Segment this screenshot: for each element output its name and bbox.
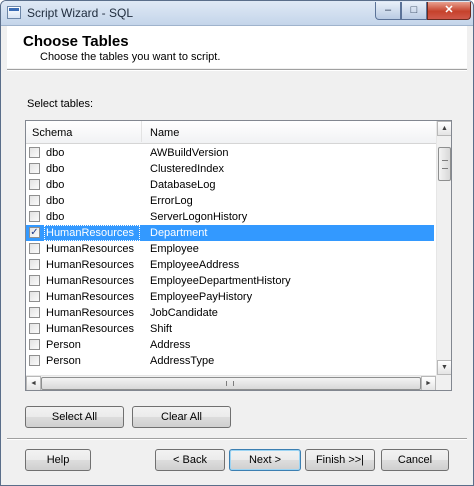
minimize-button[interactable]: – [375,2,401,20]
column-header-name[interactable]: Name [150,127,179,139]
row-checkbox[interactable] [29,195,40,206]
row-checkbox[interactable] [29,323,40,334]
scroll-up-icon[interactable]: ▲ [437,121,451,136]
next-button[interactable]: Next > [229,449,301,471]
scroll-right-icon[interactable]: ► [421,376,436,390]
table-row[interactable]: dbo ServerLogonHistory [26,209,434,225]
row-checkbox[interactable] [29,307,40,318]
back-label: < Back [173,454,207,466]
back-button[interactable]: < Back [155,449,225,471]
row-checkbox[interactable] [29,179,40,190]
row-checkbox[interactable]: ✓ [29,227,40,238]
close-button[interactable]: ✕ [427,2,471,20]
schema-cell: HumanResources [44,225,140,241]
name-cell: EmployeeAddress [150,259,240,271]
name-cell: EmployeeDepartmentHistory [150,275,291,287]
horizontal-scroll-thumb[interactable] [41,377,421,390]
column-divider[interactable] [141,121,142,142]
table-row[interactable]: HumanResources EmployeePayHistory [26,289,434,305]
table-row[interactable]: dbo ClusteredIndex [26,161,434,177]
name-cell: JobCandidate [150,307,218,319]
name-cell: AWBuildVersion [150,147,229,159]
horizontal-scrollbar[interactable]: ◄ ► [26,375,436,390]
schema-cell: HumanResources [46,291,135,303]
schema-cell: HumanResources [46,243,135,255]
table-row[interactable]: HumanResources Employee [26,241,434,257]
schema-cell: dbo [46,195,65,207]
cancel-label: Cancel [397,454,433,466]
window-app-icon [7,6,21,19]
help-label: Help [46,454,70,466]
schema-cell: Person [46,355,81,367]
cancel-button[interactable]: Cancel [381,449,449,471]
schema-cell: dbo [46,211,65,223]
schema-cell: dbo [46,147,65,159]
script-wizard-window: Script Wizard - SQL – □ ✕ Choose Tables … [0,0,474,486]
name-cell: Address [150,339,191,351]
table-row[interactable]: dbo AWBuildVersion [26,145,434,161]
name-cell: Department [150,227,208,239]
schema-cell: HumanResources [46,307,135,319]
row-checkbox[interactable] [29,147,40,158]
table-row[interactable]: ✓ HumanResources Department [26,225,434,241]
clear-all-button[interactable]: Clear All [132,406,231,428]
footer-divider [7,438,467,440]
scroll-down-icon[interactable]: ▼ [437,360,451,375]
next-label: Next > [248,454,282,466]
page-title: Choose Tables [23,33,129,50]
page-subtitle: Choose the tables you want to script. [40,51,221,63]
schema-cell: dbo [46,163,65,175]
maximize-button[interactable]: □ [401,2,427,20]
schema-cell: dbo [46,179,65,191]
select-tables-label: Select tables: [27,98,94,110]
table-row[interactable]: dbo DatabaseLog [26,177,434,193]
name-cell: AddressType [150,355,215,367]
scrollbar-corner [436,375,451,390]
name-cell: DatabaseLog [150,179,216,191]
schema-cell: HumanResources [46,323,135,335]
schema-cell: HumanResources [46,275,135,287]
help-button[interactable]: Help [25,449,91,471]
row-checkbox[interactable] [29,339,40,350]
scroll-left-icon[interactable]: ◄ [26,376,41,390]
tables-grid: Schema Name dbo AWBuildVersion dbo Clustere… [25,120,452,391]
row-checkbox[interactable] [29,259,40,270]
name-cell: ClusteredIndex [150,163,224,175]
row-checkbox[interactable] [29,355,40,366]
table-row[interactable]: HumanResources JobCandidate [26,305,434,321]
table-row[interactable]: Person AddressType [26,353,434,369]
select-all-label: Select All [51,411,98,423]
table-row[interactable]: Person Address [26,337,434,353]
column-header-schema[interactable]: Schema [32,127,72,139]
table-row[interactable]: HumanResources EmployeeAddress [26,257,434,273]
schema-cell: HumanResources [46,259,135,271]
name-cell: Employee [150,243,199,255]
wizard-header: Choose Tables Choose the tables you want… [7,26,467,68]
name-cell: ErrorLog [150,195,193,207]
finish-label: Finish >>| [315,454,365,466]
table-row[interactable]: HumanResources Shift [26,321,434,337]
grid-header: Schema Name [26,121,436,144]
row-checkbox[interactable] [29,291,40,302]
vertical-scroll-thumb[interactable] [438,147,451,181]
clear-all-label: Clear All [161,411,202,423]
name-cell: ServerLogonHistory [150,211,248,223]
row-checkbox[interactable] [29,211,40,222]
select-all-button[interactable]: Select All [25,406,124,428]
header-divider [7,69,467,71]
row-checkbox[interactable] [29,275,40,286]
table-row[interactable]: dbo ErrorLog [26,193,434,209]
name-cell: Shift [150,323,173,335]
row-checkbox[interactable] [29,243,40,254]
window-title: Script Wizard - SQL [27,6,134,20]
name-cell: EmployeePayHistory [150,291,253,303]
row-checkbox[interactable] [29,163,40,174]
vertical-scrollbar[interactable]: ▲ ▼ [436,121,451,375]
finish-button[interactable]: Finish >>| [305,449,375,471]
schema-cell: Person [46,339,81,351]
title-bar[interactable]: Script Wizard - SQL – □ ✕ [1,1,473,26]
table-row[interactable]: HumanResources EmployeeDepartmentHistory [26,273,434,289]
